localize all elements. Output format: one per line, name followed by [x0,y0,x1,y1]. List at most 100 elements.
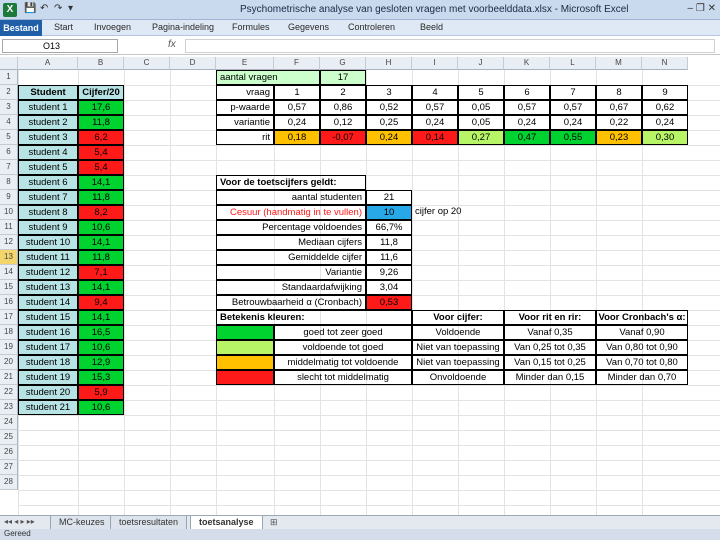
sheet-tab-toetsanalyse[interactable]: toetsanalyse [190,516,263,530]
row-header[interactable]: 23 [0,400,18,415]
legend-cronbach: Van 0,70 tot 0,80 [596,355,688,370]
function-icon[interactable]: fx [168,39,176,50]
row-header[interactable]: 19 [0,340,18,355]
row-header[interactable]: 16 [0,295,18,310]
student-name: student 6 [18,175,78,190]
item-rit: 0,14 [412,130,458,145]
row-header[interactable]: 5 [0,130,18,145]
item-vraag: 1 [274,85,320,100]
student-grade: 11,8 [78,115,124,130]
student-grade: 12,9 [78,355,124,370]
student-grade: 8,2 [78,205,124,220]
column-header[interactable]: E [216,57,274,70]
tab-file[interactable]: Bestand [0,20,42,36]
row-header[interactable]: 10 [0,205,18,220]
row-header[interactable]: 20 [0,355,18,370]
tab-start[interactable]: Start [54,22,73,32]
legend-cijfer: Onvoldoende [412,370,504,385]
column-header[interactable]: M [596,57,642,70]
row-header[interactable]: 25 [0,430,18,445]
row-header[interactable]: 7 [0,160,18,175]
tab-page-layout[interactable]: Pagina-indeling [152,22,214,32]
row-header[interactable]: 8 [0,175,18,190]
tab-insert[interactable]: Invoegen [94,22,131,32]
select-all-corner[interactable] [0,57,18,70]
row-header[interactable]: 2 [0,85,18,100]
insert-sheet-icon[interactable]: ⊞ [270,517,278,528]
row-header[interactable]: 17 [0,310,18,325]
stats-value: 11,8 [366,235,412,250]
row-header[interactable]: 22 [0,385,18,400]
sheet-nav-icon[interactable]: ◂◂ ◂ ▸ ▸▸ [4,517,35,526]
row-header[interactable]: 6 [0,145,18,160]
item-rit: 0,24 [366,130,412,145]
row-header[interactable]: 27 [0,460,18,475]
student-grade: 14,1 [78,235,124,250]
stats-label: Percentage voldoendes [216,220,366,235]
student-name: student 18 [18,355,78,370]
student-name: student 15 [18,310,78,325]
item-var: 0,24 [550,115,596,130]
item-p: 0,57 [412,100,458,115]
student-header: Student [18,85,78,100]
row-header[interactable]: 28 [0,475,18,490]
sheet-tab-mc-keuzes[interactable]: MC-keuzes [50,516,114,530]
sheet-tab-toetsresultaten[interactable]: toetsresultaten [110,516,188,530]
save-icon[interactable]: 💾 [24,3,36,14]
student-name: student 14 [18,295,78,310]
row-header[interactable]: 14 [0,265,18,280]
column-header[interactable]: J [458,57,504,70]
row-header[interactable]: 12 [0,235,18,250]
row-header[interactable]: 21 [0,370,18,385]
row-header[interactable]: 11 [0,220,18,235]
customize-toolbar-icon[interactable]: ▾ [68,3,73,14]
row-header[interactable]: 3 [0,100,18,115]
legend-rit: Vanaf 0,35 [504,325,596,340]
column-header[interactable]: H [366,57,412,70]
redo-icon[interactable]: ↷ [54,3,62,14]
column-header[interactable]: I [412,57,458,70]
student-grade: 11,8 [78,190,124,205]
formula-input[interactable] [185,39,715,53]
title-bar: X 💾 ↶ ↷ ▾ Psychometrische analyse van ge… [0,0,720,20]
column-header[interactable]: K [504,57,550,70]
tab-formulas[interactable]: Formules [232,22,270,32]
column-header[interactable]: B [78,57,124,70]
tab-data[interactable]: Gegevens [288,22,329,32]
window-controls[interactable]: – ❐ ✕ [688,3,716,14]
item-var: 0,24 [412,115,458,130]
item-var: 0,24 [504,115,550,130]
column-header[interactable]: G [320,57,366,70]
excel-icon[interactable]: X [3,3,17,17]
tab-view[interactable]: Beeld [420,22,443,32]
row-header[interactable]: 15 [0,280,18,295]
item-p: 0,57 [274,100,320,115]
column-header[interactable]: A [18,57,78,70]
undo-icon[interactable]: ↶ [40,3,48,14]
student-grade: 14,1 [78,175,124,190]
student-grade: 5,9 [78,385,124,400]
column-header[interactable]: L [550,57,596,70]
stats-value: 10 [366,205,412,220]
row-header[interactable]: 9 [0,190,18,205]
row-header[interactable]: 18 [0,325,18,340]
column-header[interactable]: F [274,57,320,70]
row-header[interactable]: 13 [0,250,18,265]
item-row-label: variantie [216,115,274,130]
item-p: 0,57 [550,100,596,115]
student-name: student 19 [18,370,78,385]
row-header[interactable]: 4 [0,115,18,130]
stats-label: Variantie [216,265,366,280]
column-header[interactable]: C [124,57,170,70]
tab-review[interactable]: Controleren [348,22,395,32]
row-header[interactable]: 26 [0,445,18,460]
student-name: student 1 [18,100,78,115]
column-header[interactable]: N [642,57,688,70]
name-box[interactable]: O13 [2,39,118,53]
student-name: student 17 [18,340,78,355]
student-name: student 20 [18,385,78,400]
student-grade: 9,4 [78,295,124,310]
row-header[interactable]: 1 [0,70,18,85]
column-header[interactable]: D [170,57,216,70]
row-header[interactable]: 24 [0,415,18,430]
